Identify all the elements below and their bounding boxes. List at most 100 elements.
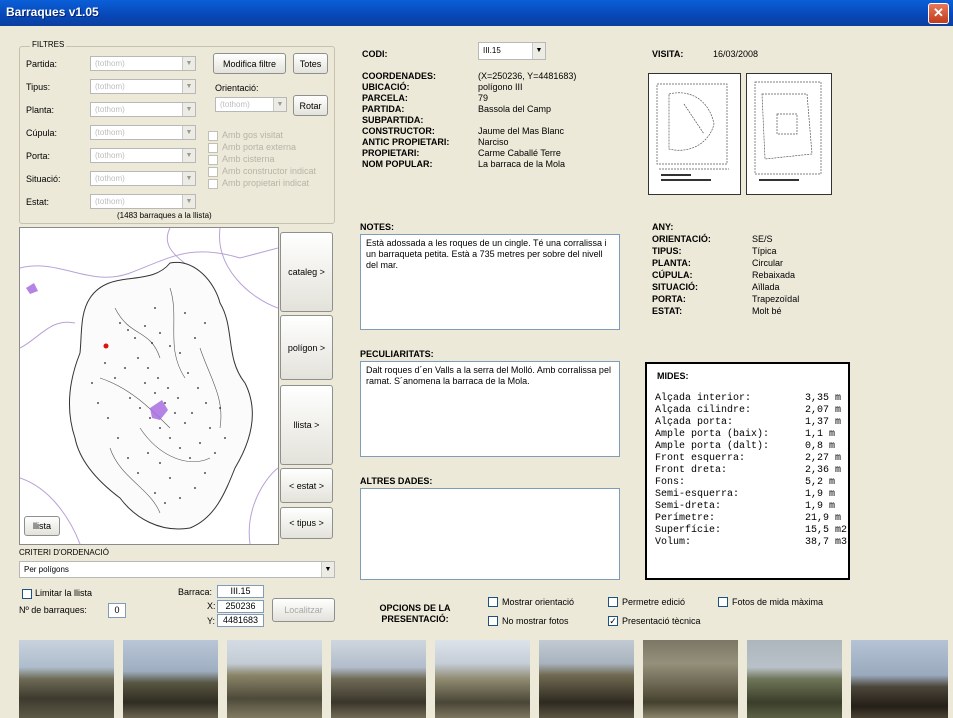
checkbox-gos-visitat[interactable]	[208, 131, 218, 141]
locate-button[interactable]: Localitzar	[272, 598, 335, 622]
filter-partida-select[interactable]: (tothom) ▼	[90, 56, 196, 71]
measure-value: 2,27 m	[805, 453, 842, 464]
sort-select[interactable]: Per polígons ▼	[19, 561, 335, 578]
show-orientation-label: Mostrar orientació	[502, 597, 575, 607]
filter-estat-select[interactable]: (tothom) ▼	[90, 194, 196, 209]
llista-nav-button[interactable]: llista >	[280, 385, 333, 465]
chevron-down-icon[interactable]: ▼	[182, 57, 195, 70]
checkbox-porta-externa[interactable]	[208, 143, 218, 153]
measure-value: 15,5 m2	[805, 525, 848, 536]
chevron-down-icon[interactable]: ▼	[182, 195, 195, 208]
orientation-label: Orientació:	[215, 83, 259, 93]
filter-situacio-select[interactable]: (tothom) ▼	[90, 171, 196, 186]
chevron-down-icon[interactable]: ▼	[532, 43, 545, 59]
measures-panel: MIDES: Alçada interior: 3,35 m Alçada cil…	[645, 362, 850, 580]
photo-thumbnail[interactable]	[539, 640, 634, 718]
code-label: CODI:	[362, 49, 388, 59]
sort-label: CRITERI D'ORDENACIÓ	[19, 548, 109, 557]
tipus-button[interactable]: < tipus >	[280, 507, 333, 539]
orientation-select[interactable]: (tothom) ▼	[215, 97, 287, 112]
filter-label-estat: Estat:	[26, 197, 50, 207]
other-data-textarea[interactable]	[360, 488, 620, 580]
y-input[interactable]: 4481683	[217, 614, 264, 627]
chevron-down-icon[interactable]: ▼	[182, 103, 195, 116]
filter-tipus-select[interactable]: (tothom) ▼	[90, 79, 196, 94]
chevron-down-icon[interactable]: ▼	[182, 80, 195, 93]
map-view[interactable]	[19, 227, 279, 545]
field-value-ubicacio: polígono III	[478, 82, 523, 92]
y-label: Y:	[207, 616, 216, 626]
filter-porta-select[interactable]: (tothom) ▼	[90, 148, 196, 163]
photo-thumbnail[interactable]	[435, 640, 530, 718]
count-input[interactable]: 0	[108, 603, 126, 618]
field-label-subpartida: SUBPARTIDA:	[362, 115, 424, 125]
field-label-partida: PARTIDA:	[362, 104, 405, 114]
all-button[interactable]: Totes	[293, 53, 328, 74]
check-icon: ✓	[609, 616, 617, 626]
measure-value: 1,37 m	[805, 417, 842, 428]
tech-presentation-checkbox[interactable]: ✓	[608, 616, 618, 626]
photo-thumbnail[interactable]	[331, 640, 426, 718]
checkbox-constructor-label: Amb constructor indicat	[222, 166, 317, 176]
peculiarities-textarea[interactable]: Dalt roques d´en Valls a la serra del Mo…	[360, 361, 620, 457]
cataleg-button[interactable]: cataleg >	[280, 232, 333, 312]
chevron-down-icon[interactable]: ▼	[182, 172, 195, 185]
photo-thumbnail[interactable]	[123, 640, 218, 718]
filter-label-porta: Porta:	[26, 151, 51, 161]
hide-photos-checkbox[interactable]	[488, 616, 498, 626]
photo-thumbnail[interactable]	[227, 640, 322, 718]
close-button[interactable]: ✕	[928, 3, 949, 24]
show-orientation-checkbox[interactable]	[488, 597, 498, 607]
measure-value: 1,9 m	[805, 489, 836, 500]
filter-count-text: (1483 barraques a la llista)	[117, 211, 212, 220]
chevron-down-icon[interactable]: ▼	[273, 98, 286, 111]
measure-value: 2,07 m	[805, 405, 842, 416]
field-label-coordenades: COORDENADES:	[362, 71, 437, 81]
chevron-down-icon[interactable]: ▼	[182, 126, 195, 139]
poligon-button[interactable]: polígon >	[280, 315, 333, 380]
attr-value-porta: Trapezoïdal	[752, 294, 800, 304]
measure-label: Fons:	[655, 477, 686, 488]
modify-filter-button[interactable]: Modifica filtre	[213, 53, 286, 74]
filter-planta-select[interactable]: (tothom) ▼	[90, 102, 196, 117]
checkbox-propietari-label: Amb propietari indicat	[222, 178, 310, 188]
barraca-input[interactable]: III.15	[217, 585, 264, 598]
notes-label: NOTES:	[360, 222, 395, 232]
measure-label: Volum:	[655, 537, 692, 548]
llista-button[interactable]: llista	[24, 516, 60, 536]
checkbox-constructor[interactable]	[208, 167, 218, 177]
photo-thumbnail[interactable]	[747, 640, 842, 718]
plan-drawing-1[interactable]	[648, 73, 741, 195]
max-photos-checkbox[interactable]	[718, 597, 728, 607]
limit-list-label: Limitar la llista	[35, 588, 93, 598]
checkbox-cisterna-label: Amb cisterna	[222, 154, 275, 164]
filter-label-situacio: Situació:	[26, 174, 61, 184]
measure-label: Front esquerra:	[655, 453, 746, 464]
photo-thumbnail[interactable]	[851, 640, 948, 718]
window-title: Barraques v1.05	[6, 5, 99, 19]
checkbox-cisterna[interactable]	[208, 155, 218, 165]
code-select[interactable]: III.15 ▼	[478, 42, 546, 60]
filter-cupula-select[interactable]: (tothom) ▼	[90, 125, 196, 140]
x-input[interactable]: 250236	[217, 600, 264, 613]
checkbox-propietari[interactable]	[208, 179, 218, 189]
field-label-nom-popular: NOM POPULAR:	[362, 159, 433, 169]
rotate-button[interactable]: Rotar	[293, 95, 328, 116]
tech-presentation-label: Presentació tècnica	[622, 616, 701, 626]
title-bar[interactable]: Barraques v1.05 ✕	[0, 0, 953, 26]
visit-label: VISITA:	[652, 49, 684, 59]
chevron-down-icon[interactable]: ▼	[321, 562, 334, 577]
photo-thumbnail[interactable]	[643, 640, 738, 718]
measure-label: Alçada interior:	[655, 393, 752, 404]
estat-button[interactable]: < estat >	[280, 468, 333, 503]
attr-label-any: ANY:	[652, 222, 674, 232]
chevron-down-icon[interactable]: ▼	[182, 149, 195, 162]
notes-textarea[interactable]: Està adossada a les roques de un cingle.…	[360, 234, 620, 330]
field-label-antic-propietari: ANTIC PROPIETARI:	[362, 137, 450, 147]
measure-value: 5,2 m	[805, 477, 836, 488]
attr-label-planta: PLANTA:	[652, 258, 691, 268]
allow-edit-checkbox[interactable]	[608, 597, 618, 607]
photo-thumbnail[interactable]	[19, 640, 114, 718]
limit-list-checkbox[interactable]	[22, 589, 32, 599]
plan-drawing-2[interactable]	[746, 73, 832, 195]
